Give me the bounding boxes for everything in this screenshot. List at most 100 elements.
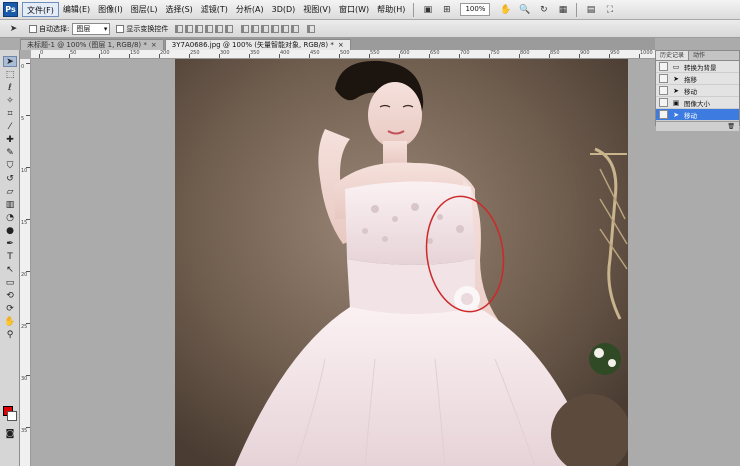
- zoom-tool-icon[interactable]: 🔍: [518, 3, 531, 16]
- document-tab-untitled[interactable]: 未标题-1 @ 100% (图层 1, RGB/8) * ×: [20, 39, 164, 50]
- menu-window[interactable]: 窗口(W): [335, 2, 373, 17]
- arrange-documents-icon[interactable]: ▤: [584, 3, 597, 16]
- history-state-row[interactable]: ▭ 转换为背景: [656, 61, 739, 73]
- document-tab-bar: 未标题-1 @ 100% (图层 1, RGB/8) * × 3Y7A0686.j…: [20, 38, 655, 50]
- history-state-row[interactable]: ➤ 移动: [656, 85, 739, 97]
- menu-analysis[interactable]: 分析(A): [232, 2, 268, 17]
- auto-select-dropdown[interactable]: 图层: [72, 22, 111, 35]
- history-panel: 历史记录 动作 ▭ 转换为背景 ➤ 拖移 ➤ 移动 ▣ 图像大小 ➤ 移动 🗑: [655, 50, 740, 131]
- history-source-checkbox[interactable]: [659, 74, 668, 83]
- screen-mode-icon[interactable]: ⛶: [603, 3, 616, 16]
- image-size-icon: ▣: [672, 98, 680, 107]
- align-top-icon[interactable]: [175, 24, 184, 33]
- distribute-left-icon[interactable]: [271, 24, 280, 33]
- ruler-tick-label: 10: [21, 168, 28, 174]
- ruler-tick: [609, 54, 610, 58]
- align-right-icon[interactable]: [225, 24, 234, 33]
- ruler-tick: [189, 54, 190, 58]
- marquee-tool-icon[interactable]: ⬚: [3, 69, 17, 80]
- ruler-tick: [219, 54, 220, 58]
- rotate-view-icon[interactable]: ↻: [537, 3, 550, 16]
- magic-wand-tool-icon[interactable]: ✧: [3, 95, 17, 106]
- ruler-tick-label: 250: [190, 50, 200, 56]
- menu-select[interactable]: 选择(S): [161, 2, 196, 17]
- move-tool-icon[interactable]: ➤: [3, 56, 17, 67]
- delete-state-icon[interactable]: 🗑: [727, 123, 735, 130]
- move-tool-preset-icon[interactable]: ➤: [7, 22, 20, 35]
- bride-photo[interactable]: [175, 59, 628, 466]
- close-icon[interactable]: ×: [151, 41, 157, 49]
- zoom-level-select[interactable]: 100%: [460, 3, 491, 16]
- history-source-checkbox[interactable]: [659, 98, 668, 107]
- menu-help[interactable]: 帮助(H): [373, 2, 409, 17]
- blur-tool-icon[interactable]: ◔: [3, 212, 17, 223]
- ruler-tick-label: 25: [21, 324, 28, 330]
- history-source-checkbox[interactable]: [659, 62, 668, 71]
- align-vcenter-icon[interactable]: [185, 24, 194, 33]
- auto-select-checkbox[interactable]: [29, 24, 37, 33]
- eraser-tool-icon[interactable]: ▱: [3, 186, 17, 197]
- distribute-bottom-icon[interactable]: [261, 24, 270, 33]
- view-extras-icon[interactable]: ⊞: [440, 3, 453, 16]
- layer-icon: ▭: [672, 62, 680, 71]
- healing-brush-tool-icon[interactable]: ✚: [3, 134, 17, 145]
- background-color-swatch[interactable]: [7, 411, 17, 421]
- distribute-vcenter-icon[interactable]: [251, 24, 260, 33]
- menu-layer[interactable]: 图层(L): [127, 2, 162, 17]
- close-icon[interactable]: ×: [338, 41, 344, 49]
- history-source-checkbox[interactable]: [659, 86, 668, 95]
- align-bottom-icon[interactable]: [195, 24, 204, 33]
- crop-tool-icon[interactable]: ⌗: [3, 108, 17, 119]
- zoom-tool-icon[interactable]: ⚲: [3, 329, 17, 340]
- path-selection-tool-icon[interactable]: ↖: [3, 264, 17, 275]
- distribute-hcenter-icon[interactable]: [281, 24, 290, 33]
- ruler-tick-label: 35: [21, 428, 28, 434]
- align-left-icon[interactable]: [205, 24, 214, 33]
- distribute-right-icon[interactable]: [291, 24, 300, 33]
- ruler-tick: [159, 54, 160, 58]
- menu-image[interactable]: 图像(I): [94, 2, 127, 17]
- tab-actions[interactable]: 动作: [689, 51, 709, 60]
- history-brush-tool-icon[interactable]: ↺: [3, 173, 17, 184]
- ruler-tick-label: 5: [21, 116, 25, 122]
- auto-align-icon[interactable]: [307, 24, 316, 33]
- ruler-toggle-icon[interactable]: ▦: [556, 3, 569, 16]
- show-transform-checkbox[interactable]: [116, 24, 125, 33]
- ruler-tick-label: 900: [580, 50, 590, 56]
- brush-tool-icon[interactable]: ✎: [3, 147, 17, 158]
- document-tab-photo[interactable]: 3Y7A0686.jpg @ 100% (矢量智能对象, RGB/8) * ×: [164, 39, 351, 50]
- hand-tool-icon[interactable]: ✋: [499, 3, 512, 16]
- ruler-tick-label: 950: [610, 50, 620, 56]
- menu-filter[interactable]: 滤镜(T): [197, 2, 232, 17]
- 3d-rotate-tool-icon[interactable]: ⟲: [3, 290, 17, 301]
- clone-stamp-tool-icon[interactable]: ⛉: [3, 160, 17, 171]
- hand-tool-icon[interactable]: ✋: [3, 316, 17, 327]
- lasso-tool-icon[interactable]: ℓ: [3, 82, 17, 93]
- history-state-row[interactable]: ➤ 拖移: [656, 73, 739, 85]
- menu-view[interactable]: 视图(V): [299, 2, 335, 17]
- move-icon: ➤: [673, 110, 679, 119]
- canvas-area[interactable]: [31, 59, 740, 466]
- gradient-tool-icon[interactable]: ▥: [3, 199, 17, 210]
- ruler-tick: [69, 54, 70, 58]
- history-source-checkbox[interactable]: [659, 110, 668, 119]
- distribute-top-icon[interactable]: [241, 24, 250, 33]
- ruler-tick: [399, 54, 400, 58]
- ruler-tick: [279, 54, 280, 58]
- align-hcenter-icon[interactable]: [215, 24, 224, 33]
- quick-mask-icon[interactable]: ◙: [3, 428, 17, 439]
- pen-tool-icon[interactable]: ✒: [3, 238, 17, 249]
- shape-tool-icon[interactable]: ▭: [3, 277, 17, 288]
- menu-file[interactable]: 文件(F): [22, 2, 59, 17]
- tab-history[interactable]: 历史记录: [656, 51, 690, 60]
- bridge-icon[interactable]: ▣: [421, 3, 434, 16]
- 3d-orbit-tool-icon[interactable]: ⟳: [3, 303, 17, 314]
- menu-3d[interactable]: 3D(D): [268, 2, 300, 17]
- history-state-row[interactable]: ➤ 移动: [656, 109, 739, 121]
- dodge-tool-icon[interactable]: ●: [3, 225, 17, 236]
- history-state-row[interactable]: ▣ 图像大小: [656, 97, 739, 109]
- type-tool-icon[interactable]: T: [3, 251, 17, 262]
- ruler-tick-label: 750: [490, 50, 500, 56]
- eyedropper-tool-icon[interactable]: ⁄: [3, 121, 17, 132]
- menu-edit[interactable]: 编辑(E): [59, 2, 94, 17]
